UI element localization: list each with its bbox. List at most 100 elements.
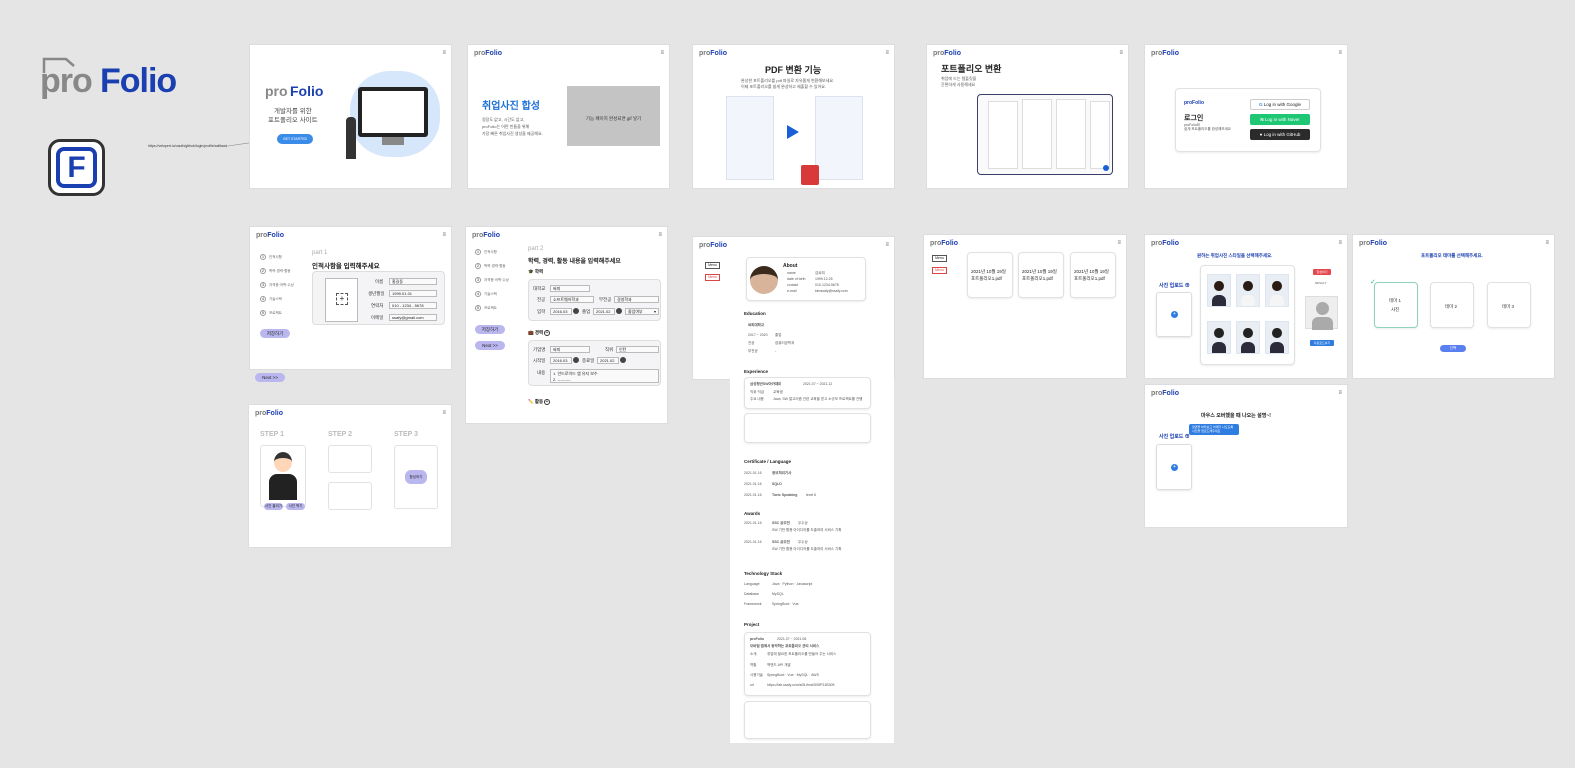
template-preview-2 [1022, 99, 1052, 169]
hamburger-menu-icon[interactable]: ≡ [1545, 240, 1549, 246]
name-field[interactable]: 홍길동 [389, 278, 437, 285]
google-login-button[interactable]: G Log in with Google [1250, 99, 1310, 110]
enter-date-field[interactable]: 2016.03 [550, 308, 572, 315]
step-dot-4[interactable]: 4 [260, 296, 266, 302]
theme-option-1[interactable]: 테마 1 사진 [1374, 282, 1418, 328]
get-started-button[interactable]: GET STARTED [277, 134, 313, 144]
hamburger-menu-icon[interactable]: ≡ [1119, 50, 1123, 56]
template-nav-icon[interactable] [1103, 165, 1109, 171]
style-option-6[interactable] [1265, 321, 1289, 354]
minor-field[interactable]: 경영학과 [614, 296, 659, 303]
step-dot-1[interactable]: 1 [260, 254, 266, 260]
style-option-3[interactable] [1265, 274, 1289, 307]
theme-name-3: 테마 3 [1502, 304, 1515, 309]
start-date-field[interactable]: 2016.03 [550, 357, 572, 364]
theme-option-3[interactable]: 테마 3 [1487, 282, 1531, 328]
step-label-4[interactable]: 기술스택 [484, 292, 497, 297]
hamburger-menu-icon[interactable]: ≡ [1338, 240, 1342, 246]
position-field[interactable]: 인턴 [616, 346, 659, 353]
next-button[interactable]: Next >> [475, 341, 505, 350]
upload-photo-box[interactable]: + [1156, 292, 1192, 337]
mini-logo: proFolio [699, 50, 727, 57]
hamburger-menu-icon[interactable]: ≡ [885, 242, 889, 248]
step-dot-2[interactable]: 2 [260, 268, 266, 274]
school-field[interactable]: 싸피 [550, 285, 590, 292]
save-button[interactable]: 저장하기 [260, 329, 290, 338]
step-dot-4[interactable]: 4 [475, 291, 481, 297]
step-label-3[interactable]: 자격증·어학·수상 [484, 278, 509, 283]
step-dot-5[interactable]: 5 [260, 310, 266, 316]
upload-photo-box[interactable]: + [1156, 444, 1192, 490]
step-dot-1[interactable]: 1 [475, 249, 481, 255]
contact-field[interactable]: 010 - 1234 - 5678 [389, 302, 437, 309]
menu-tag-2[interactable]: Menu [932, 267, 947, 274]
grad-status-select[interactable]: 졸업여부 ▾ [625, 308, 659, 315]
hamburger-menu-icon[interactable]: ≡ [442, 50, 446, 56]
login-frame: proFolio ≡ proFolio 로그인 proFolio와 쉽게 포트폴… [1145, 45, 1347, 188]
hamburger-menu-icon[interactable]: ≡ [660, 50, 664, 56]
style-option-4[interactable] [1207, 321, 1231, 354]
theme-option-2[interactable]: 테마 2 [1430, 282, 1474, 328]
hamburger-menu-icon[interactable]: ≡ [1117, 240, 1121, 246]
next-button[interactable]: Next >> [255, 373, 285, 382]
upload-photo-button[interactable]: 사진 올리기 [264, 503, 283, 510]
compose-button[interactable]: 합성하기 [405, 470, 427, 484]
calendar-icon[interactable] [616, 308, 622, 314]
compose-button[interactable]: 합성하기 [1313, 269, 1331, 275]
end-date-field[interactable]: 2021.02 [597, 357, 619, 364]
photo-upload-box[interactable]: + [325, 278, 358, 322]
style-option-5[interactable] [1236, 321, 1260, 354]
pdf-list-frame: proFolio ≡ Menu Menu 2021년 10월 19일 포트폴리오… [924, 235, 1126, 378]
calendar-icon[interactable] [573, 308, 579, 314]
style-option-1[interactable] [1207, 274, 1231, 307]
download-button[interactable]: 다운로드하기 [1310, 340, 1334, 346]
pdf-file-card-2[interactable]: 2021년 10월 19일 포트폴리오1.pdf [1018, 252, 1064, 298]
save-button[interactable]: 저장하기 [475, 325, 505, 334]
take-photo-button[interactable]: 사진 찍기 [286, 503, 305, 510]
hamburger-menu-icon[interactable]: ≡ [442, 232, 446, 238]
step-label-2[interactable]: 학력·경력·활동 [269, 269, 291, 274]
step-label-5[interactable]: 프로젝트 [484, 306, 497, 311]
major-field[interactable]: 소프트웨어학과 [550, 296, 594, 303]
hamburger-menu-icon[interactable]: ≡ [442, 410, 446, 416]
pdf-file-card-1[interactable]: 2021년 10월 19일 포트폴리오1.pdf [967, 252, 1013, 298]
pdf-file-card-3[interactable]: 2021년 10월 19일 포트폴리오1.pdf [1070, 252, 1116, 298]
naver-login-button[interactable]: N Log in with Naver [1250, 114, 1310, 125]
add-career-icon[interactable]: + [544, 330, 550, 336]
email-field[interactable]: ssafy@gmail.com [389, 314, 437, 321]
style-select-frame: proFolio ≡ 원하는 취업사진 스타일을 선택해주세요. 사진 업로드 … [1145, 235, 1347, 378]
hamburger-menu-icon[interactable]: ≡ [885, 50, 889, 56]
theme-desc-1: 사진 [1391, 307, 1400, 312]
hamburger-menu-icon[interactable]: ≡ [1338, 390, 1342, 396]
menu-tag-1[interactable]: Menu [705, 262, 720, 269]
step-label-5[interactable]: 프로젝트 [269, 311, 282, 316]
content-textarea[interactable]: 1. 안드로이드 앱 유지 보수 2. ---------- [550, 369, 659, 383]
step-dot-3[interactable]: 3 [475, 277, 481, 283]
mini-logo: proFolio [1151, 240, 1179, 247]
calendar-icon[interactable] [620, 357, 626, 363]
hamburger-menu-icon[interactable]: ≡ [658, 232, 662, 238]
style-option-2[interactable] [1236, 274, 1260, 307]
part2-title: 학력, 경력, 활동 내용을 입력해주세요 [528, 259, 621, 265]
step-dot-3[interactable]: 3 [260, 282, 266, 288]
add-activity-icon[interactable]: + [544, 399, 550, 405]
step-label-1[interactable]: 인적사항 [269, 255, 282, 260]
grad-date-field[interactable]: 2021.02 [593, 308, 615, 315]
birth-field[interactable]: 1999.01.01 [389, 290, 437, 297]
menu-tag-1[interactable]: Menu [932, 255, 947, 262]
step-label-2[interactable]: 학력·경력·활동 [484, 264, 506, 269]
step-dot-5[interactable]: 5 [475, 305, 481, 311]
step-label-1[interactable]: 인적사항 [484, 250, 497, 255]
step-label-3[interactable]: 자격증·어학·수상 [269, 283, 294, 288]
step-label-4[interactable]: 기술스택 [269, 297, 282, 302]
step-dot-2[interactable]: 2 [475, 263, 481, 269]
company-label: 기업명 [533, 347, 546, 352]
github-login-button[interactable]: ● Log in with GitHub [1250, 129, 1310, 140]
calendar-icon[interactable] [573, 357, 579, 363]
hamburger-menu-icon[interactable]: ≡ [1338, 50, 1342, 56]
menu-tag-2[interactable]: Menu [705, 274, 720, 281]
proj-val-4[interactable]: https://lab.ssafy.com/s05-final/S05P31B3… [767, 683, 834, 687]
theme-confirm-button[interactable]: 선택 [1440, 345, 1466, 352]
company-field[interactable]: 싸피 [550, 346, 590, 353]
portfolio-convert-desc-2: 간편하게 사용해세요 [941, 82, 976, 87]
